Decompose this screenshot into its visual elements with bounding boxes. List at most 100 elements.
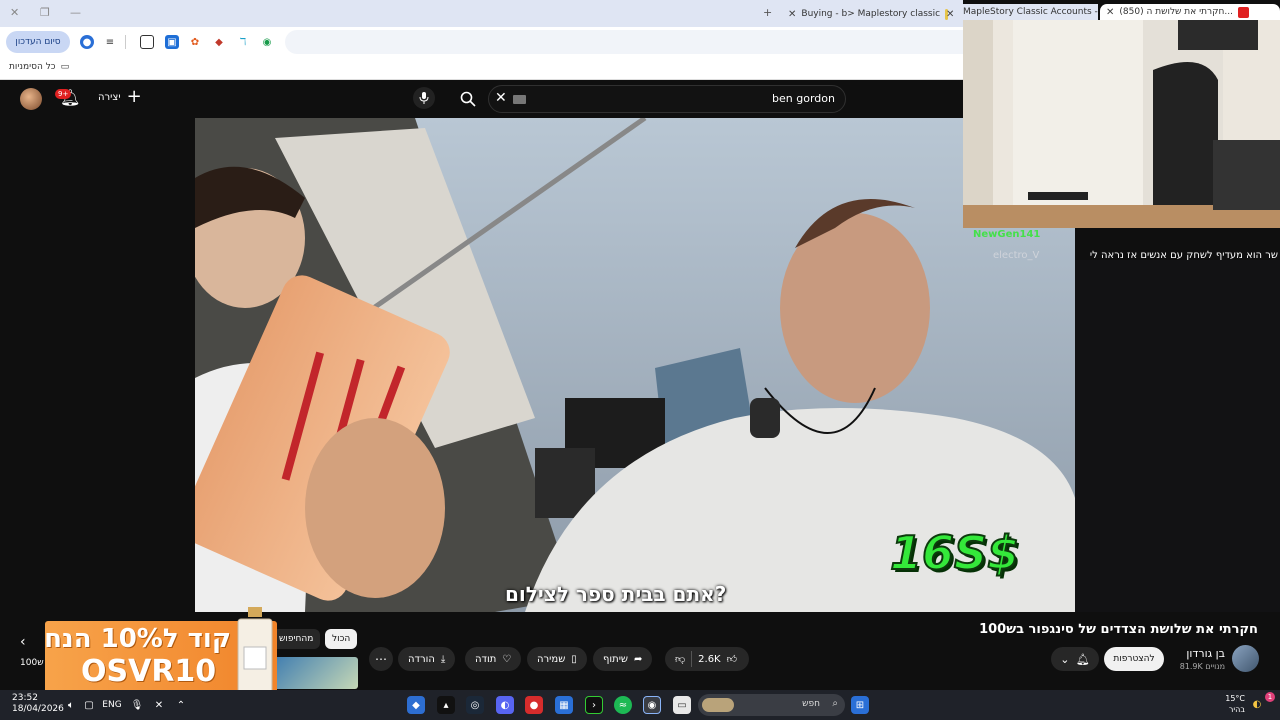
weather-condition: בהיר [1228, 705, 1245, 714]
bookmarks-bar: כל הסימניות ▭ [0, 57, 963, 80]
tab-maplestory-accounts-title[interactable]: MapleStory Classic Accounts - [963, 4, 1098, 20]
subscription-bell-button[interactable]: ⌄ 🔔︎ [1051, 647, 1099, 671]
promo-code: OSVR10 [81, 654, 217, 689]
save-button[interactable]: שמירה ▯ [527, 647, 587, 671]
app-icon[interactable]: ◆ [407, 696, 425, 714]
download-button[interactable]: הורדה ⤓ [398, 647, 456, 671]
like-icon[interactable]: 👍︎ [727, 653, 737, 665]
search-icon[interactable] [455, 86, 481, 112]
weather-widget[interactable]: 15°C בהיר [1225, 693, 1245, 715]
search-highlight-icon [702, 698, 734, 712]
all-bookmarks-label: כל הסימניות [9, 62, 56, 72]
speaker-icon[interactable]: 🔈︎ [62, 696, 80, 714]
recommended-video-thumbnail[interactable] [271, 657, 358, 689]
extension-icon[interactable]: ▣ [165, 35, 179, 49]
tab-current-video[interactable]: ✕ (850) חקרתי את שלושת ה... [1100, 4, 1280, 20]
clock-time: 23:52 [12, 693, 38, 703]
search-input[interactable]: ✕ ben gordon [488, 85, 846, 113]
browser-tab-strip: ✕ ❐ — + ✕ Buying - b> Maplestory classic… [0, 0, 963, 27]
close-tab-icon[interactable]: ✕ [946, 9, 954, 20]
extension-icon[interactable]: ℸ [236, 35, 250, 49]
notification-badge: 1 [1265, 692, 1275, 702]
video-player[interactable]: אתם בבית ספר לצילום? 16S$ [195, 118, 1075, 612]
new-tab-icon[interactable]: + [763, 6, 772, 19]
avatar[interactable] [20, 88, 42, 110]
display-icon[interactable]: ▢ [80, 696, 98, 714]
chat-background [1075, 260, 1280, 612]
taskbar-search-input[interactable]: חפש ⌕ [698, 694, 845, 716]
notification-badge: 9+ [55, 89, 72, 99]
address-bar[interactable] [285, 30, 963, 54]
stream-chat: NewGen141 electro_V שר הוא מעדיף לשחק עם… [963, 228, 1280, 612]
recommended-video-title[interactable]: 100ש [20, 658, 44, 668]
search-icon: ⌕ [832, 698, 838, 709]
tab-title: MapleStory Classic Accounts - [963, 7, 1098, 17]
tab-title: Buying - b> Maplestory classic [801, 9, 941, 19]
share-button[interactable]: שיתוף ➦ [593, 647, 653, 671]
like-count[interactable]: 2.6K [698, 654, 720, 665]
share-label: שיתוף [603, 653, 629, 665]
thanks-button[interactable]: תודה ♡ [465, 647, 522, 671]
close-tab-icon[interactable]: ✕ [788, 9, 796, 20]
search-placeholder: חפש [802, 699, 820, 709]
create-label: יצירה [98, 91, 121, 103]
channel-avatar[interactable] [1232, 645, 1259, 672]
chip-from-search[interactable]: מהחיפוש [272, 629, 321, 649]
channel-subscriber-count: 81.9K מנויים [1179, 662, 1225, 671]
close-window-icon[interactable]: ✕ [10, 6, 19, 19]
tab-search-icon[interactable]: ≡ [103, 35, 117, 49]
create-button[interactable]: יצירה + [98, 88, 142, 106]
dislike-icon[interactable]: 👎︎ [675, 653, 685, 665]
channel-name[interactable]: בן גורדון [1186, 647, 1225, 660]
app-icon[interactable]: ● [525, 696, 543, 714]
profile-icon[interactable]: ● [80, 35, 94, 49]
join-button[interactable]: להצטרפות [1104, 647, 1164, 671]
app-grid-icon[interactable]: ▦ [555, 696, 573, 714]
app-icon[interactable]: ▴ [437, 696, 455, 714]
extension-icon[interactable]: ✿ [188, 35, 202, 49]
youtube-favicon-icon [1237, 6, 1249, 18]
language-indicator[interactable]: ENG [102, 696, 122, 714]
finish-update-button[interactable]: סיום העדכון [6, 31, 70, 53]
close-tab-icon[interactable]: ✕ [1106, 7, 1114, 18]
download-icon: ⤓ [440, 653, 446, 665]
chat-username: NewGen141 [973, 229, 1041, 240]
like-dislike-bar: 👎︎ 2.6K 👍︎ [665, 647, 749, 671]
spotify-icon[interactable]: ≈ [614, 696, 632, 714]
file-explorer-icon[interactable]: ▭ [673, 696, 691, 714]
toolbar-divider [125, 35, 126, 49]
weather-icon[interactable]: ◐ [1248, 695, 1266, 713]
terminal-icon[interactable]: › [585, 696, 603, 714]
extension-icon[interactable]: ◉ [260, 35, 274, 49]
perfume-bottle-image [237, 607, 273, 698]
chrome-icon[interactable]: ◉ [643, 696, 661, 714]
heart-dollar-icon: ♡ [502, 653, 512, 665]
more-actions-icon[interactable]: ⋯ [369, 647, 393, 671]
microphone-icon[interactable]: 🎙︎ [128, 696, 146, 714]
discord-icon[interactable]: ◐ [496, 696, 514, 714]
video-title: חקרתי את שלושת הצדדים של סינגפור בש100 [979, 622, 1258, 637]
chat-message: שר הוא מעדיף לשחק עם אנשים אז נראה לי [1089, 250, 1278, 261]
bookmark-icon: ▯ [571, 653, 577, 665]
steam-icon[interactable]: ◎ [466, 696, 484, 714]
chat-username: electro_V [993, 250, 1040, 261]
windows-start-icon[interactable]: ⊞ [851, 696, 869, 714]
webcam-image [963, 20, 1280, 228]
extensions-icon[interactable] [140, 35, 154, 49]
chevron-down-icon: ⌄ [1060, 652, 1070, 666]
network-icon[interactable]: ✕ [150, 696, 168, 714]
chip-all[interactable]: הכול [325, 629, 358, 649]
clear-search-icon[interactable]: ✕ [495, 90, 507, 106]
maximize-window-icon[interactable]: ❐ [40, 6, 50, 19]
voice-search-microphone-icon[interactable] [413, 87, 435, 109]
system-clock[interactable]: 23:52 18/04/2026 [12, 693, 64, 715]
minimize-window-icon[interactable]: — [70, 6, 81, 19]
tab-maplestory-buying[interactable]: ✕ Buying - b> Maplestory classic [788, 4, 948, 24]
chevron-left-icon[interactable]: ‹ [20, 634, 26, 650]
extension-icon[interactable]: ◆ [212, 35, 226, 49]
tray-chevron-up-icon[interactable]: ⌃ [172, 696, 190, 714]
youtube-header: 🔔︎ 9+ יצירה + ✕ ben gordon [0, 80, 963, 118]
keyboard-icon[interactable] [513, 95, 526, 104]
download-label: הורדה [408, 653, 435, 665]
all-bookmarks-button[interactable]: כל הסימניות ▭ [9, 62, 69, 72]
